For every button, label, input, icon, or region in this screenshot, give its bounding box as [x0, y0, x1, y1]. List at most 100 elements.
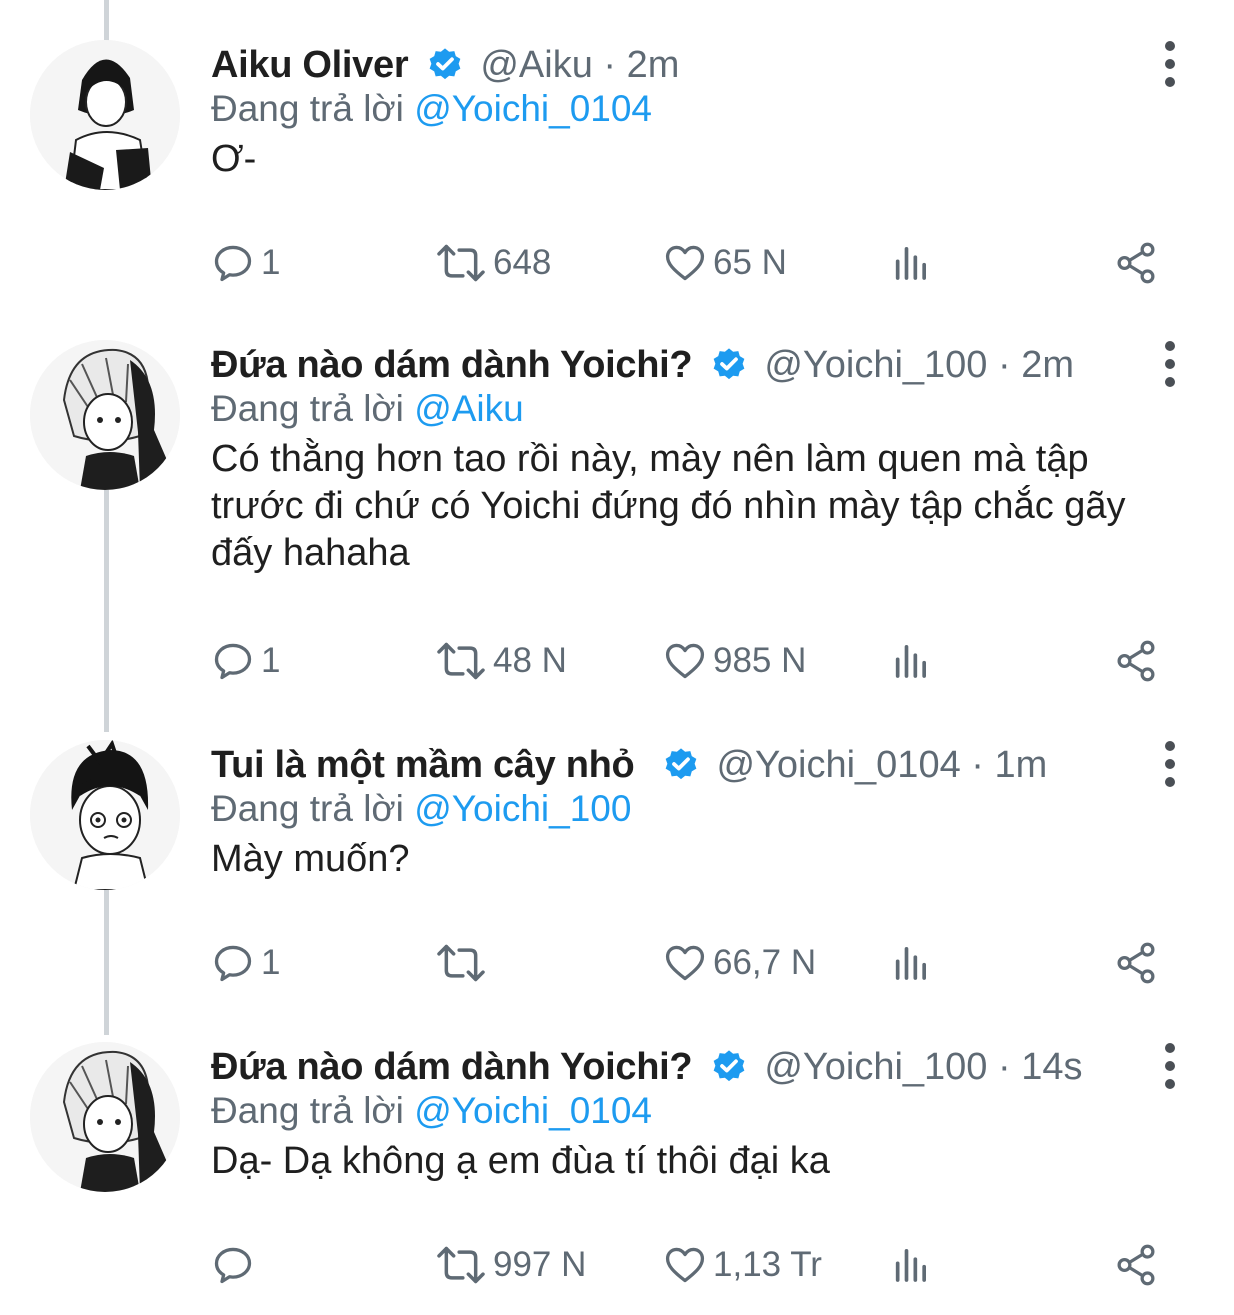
- more-vertical-icon: [1165, 1043, 1175, 1089]
- action-bar: 997 N 1,13 Tr: [211, 1240, 1171, 1290]
- retweet-icon: [437, 944, 485, 982]
- tweet-header: Đứa nào dám dành Yoichi? @Yoichi_100 · 1…: [211, 1042, 1083, 1092]
- tweet-header: Tui là một mầm cây nhỏ @Yoichi_0104 · 1m: [211, 740, 1047, 790]
- separator-dot: ·: [960, 743, 995, 786]
- handle[interactable]: @Yoichi_100: [764, 1046, 987, 1089]
- heart-icon: [665, 1247, 705, 1283]
- timestamp[interactable]: 2m: [1021, 344, 1074, 387]
- views-button[interactable]: [891, 938, 931, 988]
- heart-icon: [665, 643, 705, 679]
- verified-badge-icon: [662, 746, 700, 784]
- tweet-text: Mày muốn?: [211, 838, 410, 880]
- share-button[interactable]: [1113, 1240, 1159, 1290]
- more-button[interactable]: [1158, 740, 1182, 788]
- handle[interactable]: @Aiku: [480, 44, 593, 87]
- tweet-text: Ơ-: [211, 138, 257, 180]
- more-vertical-icon: [1165, 741, 1175, 787]
- timestamp[interactable]: 14s: [1021, 1046, 1082, 1089]
- more-button[interactable]: [1158, 1042, 1182, 1090]
- retweet-icon: [437, 642, 485, 680]
- views-icon: [895, 947, 926, 980]
- reply-button[interactable]: [211, 1240, 261, 1290]
- separator-dot: ·: [592, 43, 627, 86]
- tweet[interactable]: Đứa nào dám dành Yoichi? @Yoichi_100 · 2…: [0, 340, 1234, 710]
- share-icon: [1117, 640, 1155, 682]
- tweet-text: Có thằng hơn tao rồi này, mày nên làm qu…: [211, 438, 1126, 574]
- tweet-text: Dạ- Dạ không ạ em đùa tí thôi đại ka: [211, 1140, 830, 1182]
- more-button[interactable]: [1158, 340, 1182, 388]
- avatar[interactable]: [30, 340, 180, 490]
- reply-count: 1: [261, 641, 281, 680]
- heart-icon: [665, 245, 705, 281]
- separator-dot: ·: [987, 1045, 1022, 1088]
- reply-context: Đang trả lời @Yoichi_0104: [211, 1090, 652, 1132]
- reply-context: Đang trả lời @Aiku: [211, 388, 524, 430]
- share-button[interactable]: [1113, 636, 1159, 686]
- retweet-button[interactable]: 48 N: [435, 636, 567, 686]
- handle[interactable]: @Yoichi_100: [764, 344, 987, 387]
- share-icon: [1117, 942, 1155, 984]
- reply-context: Đang trả lời @Yoichi_100: [211, 788, 631, 830]
- retweet-button[interactable]: 648: [435, 238, 551, 288]
- views-button[interactable]: [891, 636, 931, 686]
- retweet-count: 997 N: [493, 1245, 587, 1284]
- reply-prefix: Đang trả lời: [211, 88, 404, 129]
- reply-mention-link[interactable]: @Aiku: [414, 388, 524, 429]
- like-count: 985 N: [713, 641, 807, 680]
- reply-button[interactable]: 1: [211, 938, 280, 988]
- reply-mention-link[interactable]: @Yoichi_0104: [414, 1090, 652, 1131]
- views-button[interactable]: [891, 238, 931, 288]
- reply-mention-link[interactable]: @Yoichi_0104: [414, 88, 652, 129]
- share-button[interactable]: [1113, 938, 1159, 988]
- display-name[interactable]: Aiku Oliver: [211, 44, 409, 87]
- tweet[interactable]: Tui là một mầm cây nhỏ @Yoichi_0104 · 1m…: [0, 740, 1234, 1010]
- retweet-button[interactable]: 997 N: [435, 1240, 586, 1290]
- display-name[interactable]: Đứa nào dám dành Yoichi?: [211, 1046, 693, 1089]
- share-button[interactable]: [1113, 238, 1159, 288]
- verified-badge-icon: [426, 46, 464, 84]
- display-name[interactable]: Đứa nào dám dành Yoichi?: [211, 344, 693, 387]
- share-icon: [1117, 1244, 1155, 1286]
- reply-button[interactable]: 1: [211, 238, 280, 288]
- verified-badge-icon: [710, 1048, 748, 1086]
- reply-icon: [214, 643, 252, 680]
- action-bar: 1 66,7 N: [211, 938, 1171, 988]
- views-icon: [895, 1249, 926, 1282]
- like-count: 66,7 N: [713, 943, 817, 982]
- display-name[interactable]: Tui là một mầm cây nhỏ: [211, 744, 635, 787]
- views-button[interactable]: [891, 1240, 931, 1290]
- like-count: 65 N: [713, 243, 787, 282]
- more-vertical-icon: [1165, 341, 1175, 387]
- timestamp[interactable]: 1m: [995, 744, 1048, 787]
- action-bar: 1 648 65 N: [211, 238, 1171, 288]
- views-icon: [895, 645, 926, 678]
- separator-dot: ·: [987, 343, 1022, 386]
- avatar[interactable]: [30, 1042, 180, 1192]
- reply-prefix: Đang trả lời: [211, 1090, 404, 1131]
- tweet[interactable]: Đứa nào dám dành Yoichi? @Yoichi_100 · 1…: [0, 1042, 1234, 1312]
- more-button[interactable]: [1158, 40, 1182, 88]
- reply-count: 1: [261, 243, 281, 282]
- like-button[interactable]: 1,13 Tr: [663, 1240, 822, 1290]
- tweet-header: Đứa nào dám dành Yoichi? @Yoichi_100 · 2…: [211, 340, 1074, 390]
- timestamp[interactable]: 2m: [627, 44, 680, 87]
- handle[interactable]: @Yoichi_0104: [716, 744, 960, 787]
- like-button[interactable]: 66,7 N: [663, 938, 816, 988]
- reply-count: 1: [261, 943, 281, 982]
- reply-context: Đang trả lời @Yoichi_0104: [211, 88, 652, 130]
- retweet-button[interactable]: [435, 938, 493, 988]
- reply-mention-link[interactable]: @Yoichi_100: [414, 788, 631, 829]
- avatar[interactable]: [30, 740, 180, 890]
- reply-prefix: Đang trả lời: [211, 388, 404, 429]
- share-icon: [1117, 242, 1155, 284]
- tweet[interactable]: Aiku Oliver @Aiku · 2m Đang trả lời @Yoi…: [0, 40, 1234, 310]
- like-button[interactable]: 985 N: [663, 636, 806, 686]
- reply-icon: [214, 245, 252, 282]
- verified-badge-icon: [710, 346, 748, 384]
- avatar[interactable]: [30, 40, 180, 190]
- like-button[interactable]: 65 N: [663, 238, 787, 288]
- action-bar: 1 48 N 985 N: [211, 636, 1171, 686]
- reply-button[interactable]: 1: [211, 636, 280, 686]
- retweet-count: 48 N: [493, 641, 567, 680]
- reply-icon: [214, 1247, 252, 1284]
